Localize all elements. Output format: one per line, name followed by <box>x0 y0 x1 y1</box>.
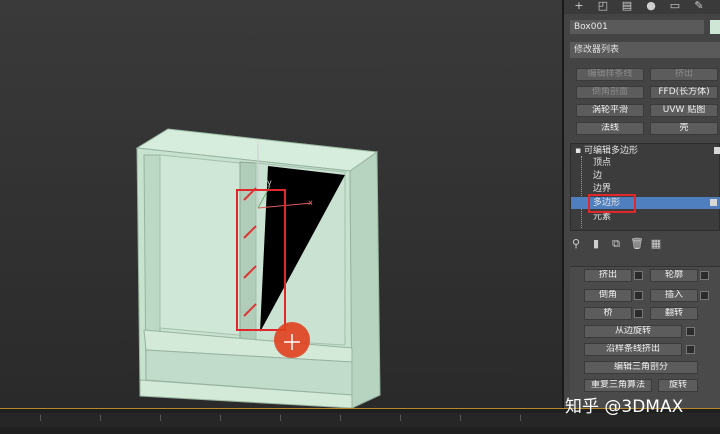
hinge-settings-icon[interactable] <box>686 327 695 336</box>
timeline-tick <box>400 415 401 421</box>
command-panel-tabs: + ◰ ▤ ● ▭ ✎ <box>564 0 720 14</box>
extrude-along-spline-button[interactable]: 沿样条线挤出 <box>584 343 682 356</box>
create-icon[interactable]: + <box>568 0 590 14</box>
pin-stack-icon[interactable]: ⚲ <box>570 236 582 252</box>
modify-icon[interactable]: ◰ <box>592 0 614 14</box>
chamfer-profile-button[interactable]: 倒角剖面 <box>576 86 644 99</box>
bevel-button[interactable]: 倒角 <box>584 289 632 302</box>
command-panel: + ◰ ▤ ● ▭ ✎ Box001 修改器列表 编辑样条线 挤出 倒角剖面 F… <box>562 0 720 409</box>
stack-toggle-icon[interactable] <box>714 147 720 154</box>
object-name-field[interactable]: Box001 <box>570 20 704 34</box>
utilities-icon[interactable]: ✎ <box>688 0 710 14</box>
display-icon[interactable]: ▭ <box>664 0 686 14</box>
flip-button[interactable]: 翻转 <box>650 307 698 320</box>
stack-item-edge[interactable]: 边 <box>571 170 720 182</box>
modifier-list-dropdown[interactable]: 修改器列表 <box>570 42 720 58</box>
timeline-tick <box>280 415 281 421</box>
bridge-settings-icon[interactable] <box>634 309 643 318</box>
timeline-tick <box>460 415 461 421</box>
viewport-perspective[interactable]: z x y <box>0 0 562 408</box>
cabinet-divider <box>239 161 257 363</box>
ffd-box-button[interactable]: FFD(长方体) <box>650 86 718 99</box>
modifier-stack[interactable]: ▪ 可编辑多边形 顶点 边 边界 多边形 元素 <box>570 143 720 231</box>
gizmo-x-label: x <box>308 198 313 207</box>
stack-toolbar: ⚲ ▮ ⧉ 🗑 ▦ <box>570 236 720 252</box>
extrude-along-spline-settings-icon[interactable] <box>686 345 695 354</box>
gizmo-z-label: z <box>256 139 260 148</box>
expand-icon[interactable]: ▪ <box>575 146 584 156</box>
hierarchy-icon[interactable]: ▤ <box>616 0 638 14</box>
turbosmooth-button[interactable]: 涡轮平滑 <box>576 104 644 117</box>
uvw-map-button[interactable]: UVW 贴图 <box>650 104 718 117</box>
extrude-settings-icon[interactable] <box>634 271 643 280</box>
inset-settings-icon[interactable] <box>700 291 709 300</box>
bevel-settings-icon[interactable] <box>634 291 643 300</box>
stack-item-vertex[interactable]: 顶点 <box>571 157 720 169</box>
lathe-button[interactable]: 法线 <box>576 122 644 135</box>
configure-sets-icon[interactable]: ▦ <box>650 236 662 252</box>
turn-button[interactable]: 旋转 <box>658 379 698 392</box>
shell-button[interactable]: 壳 <box>650 122 718 135</box>
bridge-button[interactable]: 桥 <box>584 307 632 320</box>
remove-modifier-icon[interactable]: 🗑 <box>630 236 644 252</box>
outline-button[interactable]: 轮廓 <box>650 269 698 282</box>
gizmo-y-label: y <box>267 178 272 187</box>
timeline-tick <box>340 415 341 421</box>
show-end-result-icon[interactable]: ▮ <box>590 236 602 252</box>
viewport-scene: z x y <box>135 128 381 408</box>
object-color-swatch[interactable] <box>710 20 720 34</box>
cabinet-side-face <box>349 151 381 408</box>
stack-root-editable-poly[interactable]: ▪ 可编辑多边形 <box>571 145 720 157</box>
edit-polygons-rollout: 挤出 轮廓 倒角 插入 桥 翻转 从边旋转 沿样条线挤出 编辑三角剖分 重复三角… <box>570 266 720 409</box>
timeline-tick <box>100 415 101 421</box>
extrude-modifier-button[interactable]: 挤出 <box>650 68 718 81</box>
annotation-rect-polygon <box>588 194 636 213</box>
edit-spline-button[interactable]: 编辑样条线 <box>576 68 644 81</box>
inset-button[interactable]: 插入 <box>650 289 698 302</box>
timeline-tick <box>40 415 41 421</box>
timeline-tick <box>520 415 521 421</box>
make-unique-icon[interactable]: ⧉ <box>610 236 622 252</box>
timeline-tick <box>220 415 221 421</box>
stack-selected-marker <box>710 199 717 206</box>
outline-settings-icon[interactable] <box>700 271 709 280</box>
motion-icon[interactable]: ● <box>640 0 662 14</box>
edit-triangulation-button[interactable]: 编辑三角剖分 <box>584 361 698 374</box>
retriangulate-button[interactable]: 重复三角算法 <box>584 379 652 392</box>
hinge-from-edge-button[interactable]: 从边旋转 <box>584 325 682 338</box>
timeline-tick <box>160 415 161 421</box>
watermark-text: 知乎 @3DMAX <box>565 397 684 417</box>
extrude-button[interactable]: 挤出 <box>584 269 632 282</box>
